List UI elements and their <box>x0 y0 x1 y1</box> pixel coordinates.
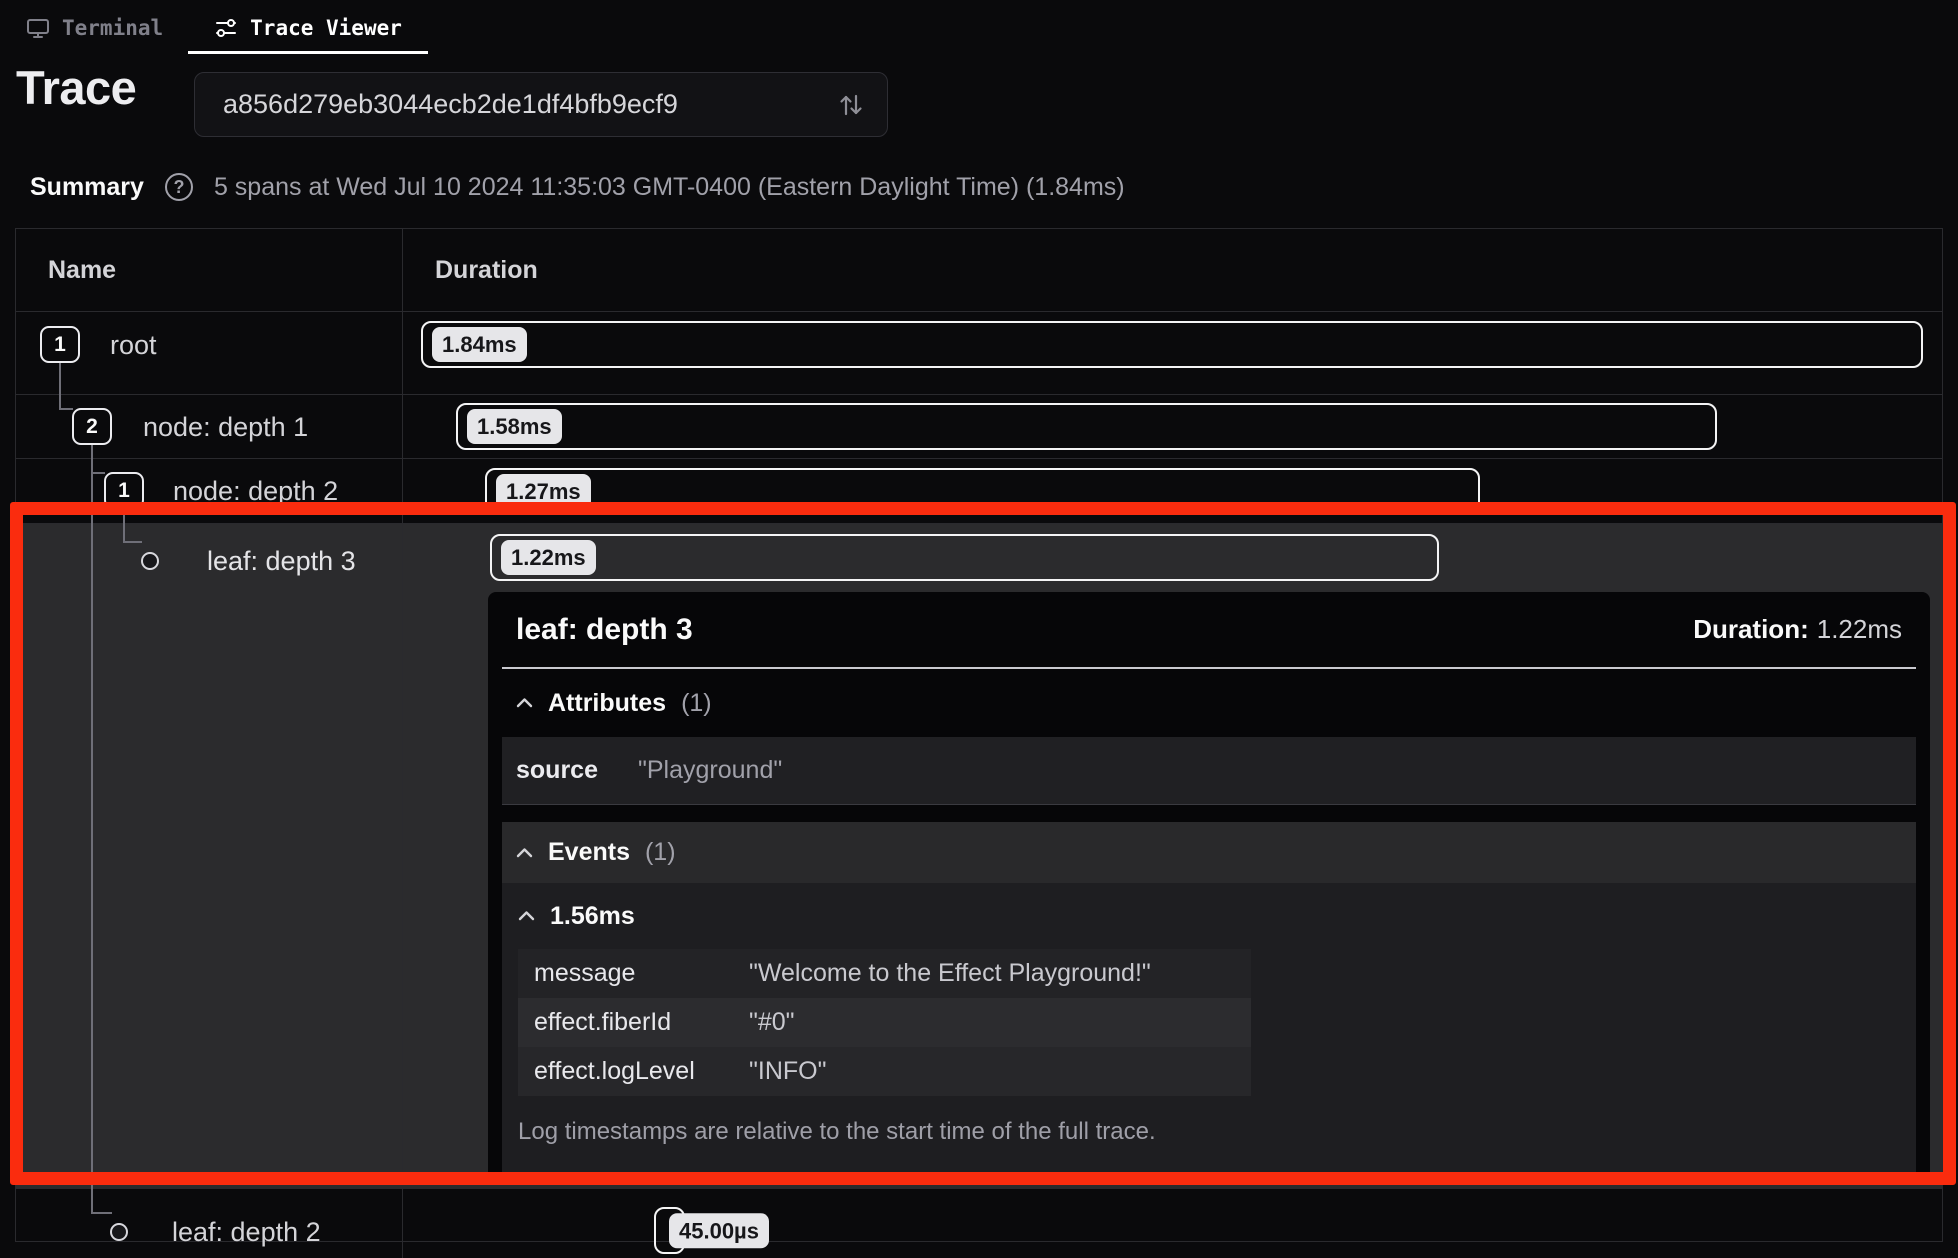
help-circle-icon[interactable]: ? <box>164 173 193 201</box>
span-duration-cell: 1.22ms leaf: depth 3 Duration: 1.22ms At… <box>403 524 1942 1188</box>
duration-badge: 45.00µs <box>669 1212 769 1249</box>
duration-bar[interactable]: 1.58ms <box>456 403 1717 450</box>
event-attribute-value: "Welcome to the Effect Playground!" <box>749 959 1151 987</box>
duration-badge: 1.84ms <box>432 326 527 363</box>
event-attributes-table: message "Welcome to the Effect Playgroun… <box>518 949 1251 1096</box>
attribute-key: source <box>516 756 598 784</box>
span-count-badge: 1 <box>104 472 144 509</box>
attributes-section-toggle[interactable]: Attributes (1) <box>502 669 1916 737</box>
trace-id-select[interactable]: a856d279eb3044ecb2de1df4bfb9ecf9 <box>194 72 888 137</box>
chevron-up-icon <box>516 697 533 709</box>
tab-trace-viewer[interactable]: Trace Viewer <box>188 0 428 56</box>
event-attribute-row: message "Welcome to the Effect Playgroun… <box>518 949 1251 998</box>
events-note: Log timestamps are relative to the start… <box>518 1118 1156 1145</box>
event-attribute-key: effect.logLevel <box>534 1057 695 1085</box>
table-row[interactable]: 1 root 1.84ms <box>16 312 1942 395</box>
events-count: (1) <box>644 838 676 866</box>
duration-badge: 1.22ms <box>501 539 596 576</box>
events-body: 1.56ms message "Welcome to the Effect Pl… <box>502 883 1916 1182</box>
duration-bar[interactable]: 1.22ms <box>490 534 1439 581</box>
duration-badge: 1.58ms <box>467 408 562 445</box>
monitor-icon <box>26 16 50 40</box>
tab-label: Trace Viewer <box>250 16 402 40</box>
attribute-value: "Playground" <box>638 756 783 784</box>
span-duration-cell: 45.00µs <box>403 1189 1942 1258</box>
span-name-cell[interactable]: leaf: depth 3 <box>16 524 403 1188</box>
table-header: Name Duration <box>16 229 1942 312</box>
table-row[interactable]: leaf: depth 2 45.00µs <box>16 1189 1942 1258</box>
tab-terminal[interactable]: Terminal <box>26 0 163 56</box>
sliders-icon <box>214 16 238 40</box>
duration-value: 1.22ms <box>1816 614 1902 644</box>
span-label: leaf: depth 3 <box>207 546 356 576</box>
span-count-badge: 1 <box>40 326 80 363</box>
events-section-toggle[interactable]: Events (1) <box>502 822 1916 883</box>
events-title: Events <box>548 838 630 866</box>
summary-row: Summary ? 5 spans at Wed Jul 10 2024 11:… <box>30 166 1125 208</box>
detail-panel-title: leaf: depth 3 <box>516 612 693 646</box>
span-label: leaf: depth 2 <box>172 1217 321 1247</box>
leaf-node-icon <box>141 552 159 570</box>
table-row-selected[interactable]: leaf: depth 3 1.22ms leaf: depth 3 Durat… <box>16 524 1942 1189</box>
table-row[interactable]: 1 node: depth 2 1.27ms <box>16 459 1942 524</box>
event-attribute-key: effect.fiberId <box>534 1008 672 1036</box>
spans-table: Name Duration 1 root 1.84ms 2 node: dept… <box>15 228 1943 1258</box>
span-duration-cell: 1.58ms <box>403 395 1942 458</box>
column-header-duration: Duration <box>435 255 538 284</box>
span-name-cell[interactable]: leaf: depth 2 <box>16 1189 403 1258</box>
up-down-arrows-icon <box>837 90 865 120</box>
event-attribute-value: "INFO" <box>749 1057 827 1085</box>
tab-label: Terminal <box>62 16 164 40</box>
duration-bar[interactable]: 45.00µs <box>654 1207 769 1254</box>
chevron-up-icon <box>516 847 533 859</box>
attributes-count: (1) <box>681 688 712 717</box>
span-name-cell[interactable]: 1 root <box>16 312 403 394</box>
attribute-row: source "Playground" <box>502 737 1916 805</box>
event-attribute-row: effect.fiberId "#0" <box>518 998 1251 1047</box>
span-duration-cell: 1.84ms <box>403 312 1942 394</box>
duration-bar[interactable]: 1.84ms <box>421 321 1923 368</box>
event-time-label: 1.56ms <box>550 901 635 930</box>
attributes-title: Attributes <box>548 688 667 717</box>
detail-panel-header: leaf: depth 3 Duration: 1.22ms <box>502 592 1916 669</box>
span-label: root <box>110 330 157 360</box>
summary-text: 5 spans at Wed Jul 10 2024 11:35:03 GMT-… <box>213 172 1125 201</box>
event-attribute-row: effect.logLevel "INFO" <box>518 1047 1251 1096</box>
table-row[interactable]: 2 node: depth 1 1.58ms <box>16 395 1942 459</box>
event-attribute-key: message <box>534 959 636 987</box>
page-title: Trace <box>16 61 137 114</box>
tab-bar: Terminal Trace Viewer <box>0 0 1958 56</box>
span-detail-panel: leaf: depth 3 Duration: 1.22ms Attributes… <box>488 592 1930 1182</box>
summary-label: Summary <box>30 172 144 201</box>
span-duration-cell: 1.27ms <box>403 459 1942 523</box>
trace-viewer-app: Terminal Trace Viewer Trace a856d279eb30… <box>0 0 1958 1258</box>
span-name-cell[interactable]: 1 node: depth 2 <box>16 459 403 523</box>
span-name-cell[interactable]: 2 node: depth 1 <box>16 395 403 458</box>
detail-panel-duration: Duration: 1.22ms <box>1693 614 1902 645</box>
span-label: node: depth 1 <box>143 412 309 442</box>
trace-id-value: a856d279eb3044ecb2de1df4bfb9ecf9 <box>223 89 678 119</box>
duration-bar[interactable]: 1.27ms <box>485 468 1480 515</box>
column-header-name: Name <box>16 229 403 311</box>
span-count-badge: 2 <box>72 408 112 445</box>
event-attribute-value: "#0" <box>749 1008 795 1036</box>
duration-badge: 1.27ms <box>496 473 591 510</box>
duration-label: Duration: <box>1693 614 1809 644</box>
span-label: node: depth 2 <box>173 476 339 506</box>
chevron-up-icon <box>518 910 535 922</box>
leaf-node-icon <box>110 1223 128 1241</box>
event-time-toggle[interactable]: 1.56ms <box>518 883 1900 949</box>
